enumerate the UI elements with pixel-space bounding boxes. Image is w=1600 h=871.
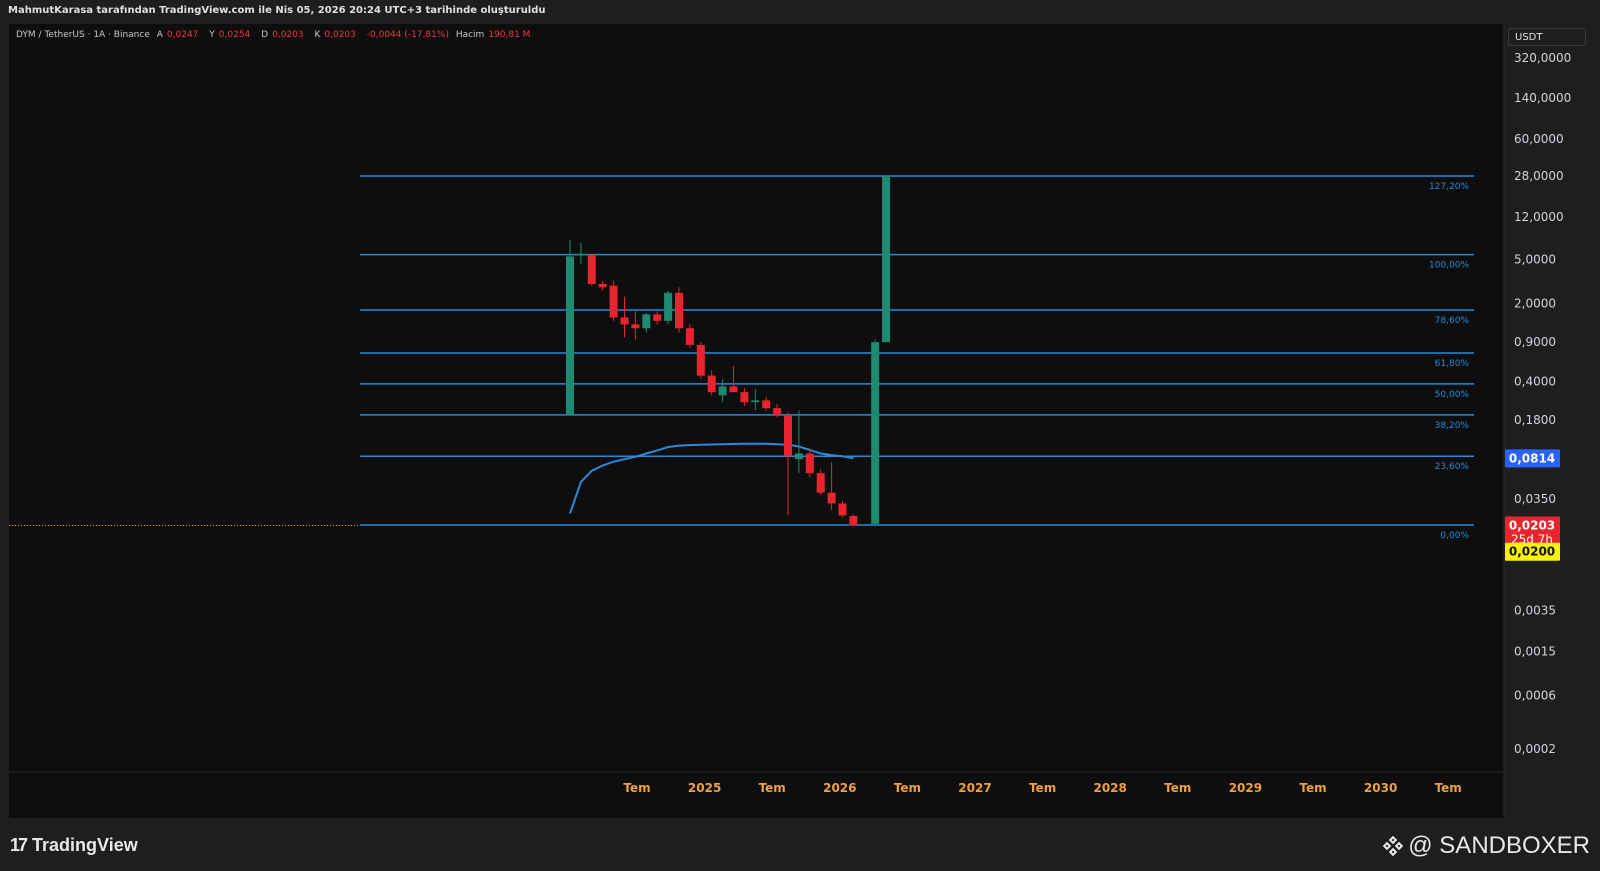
tradingview-logo[interactable]: 17 TradingView: [10, 835, 138, 856]
low-label: D: [261, 30, 269, 40]
candle-down: [729, 386, 738, 393]
candle-down: [805, 453, 814, 474]
price-axis-label: 2,0000: [1514, 297, 1556, 311]
sandboxer-watermark: @ SANDBOXER: [1383, 832, 1590, 860]
fib-level-label: 23,60%: [1435, 462, 1470, 472]
time-axis-label: Tem: [1164, 781, 1191, 795]
low-value: 0,0203: [272, 30, 304, 40]
currency-unit-button[interactable]: USDT: [1508, 28, 1586, 46]
candle-up: [718, 386, 727, 396]
candle-down: [653, 314, 662, 321]
time-axis-label: Tem: [623, 781, 650, 795]
price-tag-label: 0,0200: [1509, 545, 1555, 559]
price-axis-label: 28,0000: [1514, 169, 1564, 183]
top-bar: MahmutKarasa tarafından TradingView.com …: [0, 0, 1600, 24]
price-chart[interactable]: 127,20% 100,00% 78,60% 61,80% 50,00% 38,20% 23…: [9, 24, 1592, 818]
price-axis-label: 0,0015: [1514, 644, 1556, 658]
price-axis-label: 0,0006: [1514, 689, 1556, 703]
fib-level-label: 38,20%: [1435, 421, 1470, 431]
symbol-label[interactable]: DYM / TetherUS · 1A · Binance: [16, 30, 150, 40]
price-axis-label: 0,1800: [1514, 413, 1556, 427]
price-axis-label: 0,9000: [1514, 335, 1556, 349]
price-axis-label: 0,4000: [1514, 374, 1556, 388]
watermark-text: @ SANDBOXER: [1408, 832, 1590, 859]
price-axis-label: 12,0000: [1514, 210, 1564, 224]
candle-down: [685, 328, 694, 345]
close-value: 0,0203: [324, 30, 356, 40]
candle-up: [871, 342, 880, 524]
close-label: K: [314, 30, 321, 40]
price-axis-label: 0,0035: [1514, 603, 1556, 617]
time-axis-label: Tem: [1299, 781, 1326, 795]
high-value: 0,0254: [218, 30, 251, 40]
candle-down: [609, 285, 618, 318]
tradingview-logo-icon: 17: [10, 835, 28, 855]
price-axis-label: 320,0000: [1514, 51, 1571, 65]
price-axis-label: 140,0000: [1514, 91, 1571, 105]
candle-down: [620, 317, 629, 325]
diamond-icon: [1383, 835, 1404, 857]
price-axis-label: 0,0002: [1514, 742, 1556, 756]
symbol-legend: DYM / TetherUS · 1A · Binance A 0,0247 Y0…: [16, 30, 538, 40]
candle-down: [587, 254, 596, 284]
candle-down: [816, 473, 825, 493]
candle-down: [849, 515, 858, 526]
bottom-bar: [0, 818, 1600, 871]
time-axis-label: 2025: [688, 781, 721, 795]
volume-label: Hacim: [455, 30, 485, 40]
open-label: A: [156, 30, 163, 40]
fib-level-label: 78,60%: [1435, 316, 1470, 326]
candle-up: [664, 292, 673, 321]
candle-down: [696, 344, 705, 376]
time-axis-label: 2026: [823, 781, 856, 795]
time-axis-label: 2027: [958, 781, 991, 795]
tradingview-brand: TradingView: [32, 835, 138, 855]
candle-down: [773, 408, 782, 415]
price-tag-label: 0,0203: [1509, 518, 1555, 532]
candle-down: [675, 292, 683, 329]
candle-up: [882, 176, 891, 343]
time-axis-label: Tem: [1029, 781, 1056, 795]
time-axis-label: Tem: [1435, 781, 1462, 795]
candle-down: [838, 503, 847, 516]
time-axis-label: Tem: [894, 781, 921, 795]
price-axis-label: 60,0000: [1514, 132, 1564, 146]
candle-down: [784, 414, 792, 457]
change-value: -0,0044 (-17,81%): [366, 30, 449, 40]
credit-text: MahmutKarasa tarafından TradingView.com …: [8, 5, 546, 16]
price-axis-label: 0,0350: [1514, 492, 1556, 506]
candle-up: [576, 253, 585, 256]
fib-level-label: 127,20%: [1429, 182, 1469, 192]
candle-down: [762, 400, 771, 409]
candle-up: [566, 256, 574, 415]
high-label: Y: [209, 30, 215, 40]
volume-value: 190,81 M: [488, 30, 531, 40]
price-axis-label: 5,0000: [1514, 252, 1556, 266]
open-value: 0,0247: [166, 30, 199, 40]
time-axis-label: Tem: [759, 781, 786, 795]
candle-down: [631, 324, 640, 329]
time-axis-label: 2028: [1093, 781, 1126, 795]
candle-up: [751, 400, 760, 403]
candle-down: [740, 392, 749, 403]
fib-level-label: 100,00%: [1429, 261, 1469, 271]
candle-up: [794, 453, 803, 460]
time-axis-label: 2030: [1364, 781, 1397, 795]
fib-level-label: 50,00%: [1435, 390, 1470, 400]
time-axis-label: 2029: [1229, 781, 1262, 795]
candle-down: [707, 375, 716, 393]
fib-level-label: 61,80%: [1435, 359, 1470, 369]
price-tag-label: 0,0814: [1509, 451, 1555, 465]
fib-level-label: 0,00%: [1440, 531, 1469, 541]
candle-down: [598, 283, 607, 288]
candle-up: [642, 314, 651, 329]
candle-down: [827, 492, 836, 504]
